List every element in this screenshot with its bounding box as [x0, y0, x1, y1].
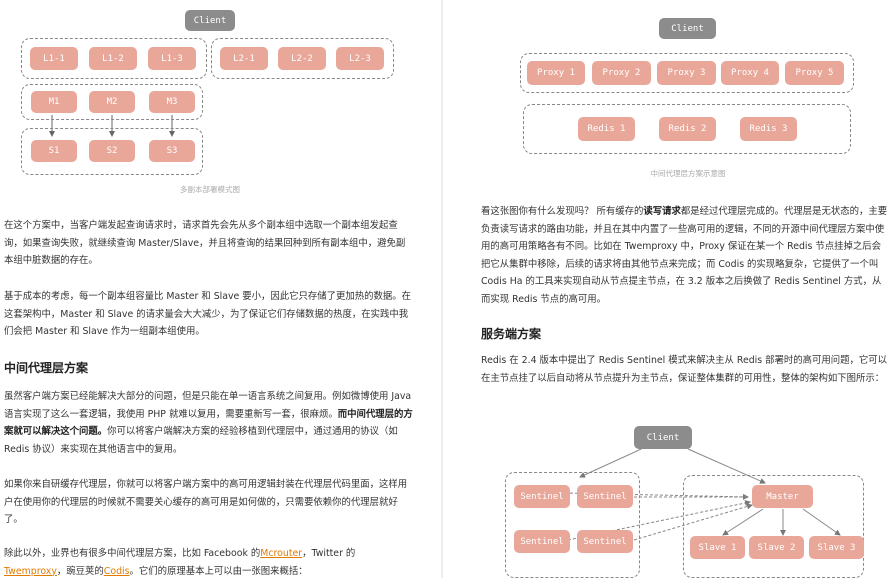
sentinel-node: Sentinel	[577, 530, 633, 553]
client-node: Client	[634, 426, 692, 449]
sentinel-node: Sentinel	[514, 530, 570, 553]
sentinel-node: Sentinel	[577, 485, 633, 508]
slave-node: Slave 2	[749, 536, 804, 559]
slave-node: Slave 1	[690, 536, 745, 559]
slave-node: Slave 3	[809, 536, 864, 559]
sentinel-node: Sentinel	[514, 485, 570, 508]
master-node: Master	[752, 485, 813, 508]
